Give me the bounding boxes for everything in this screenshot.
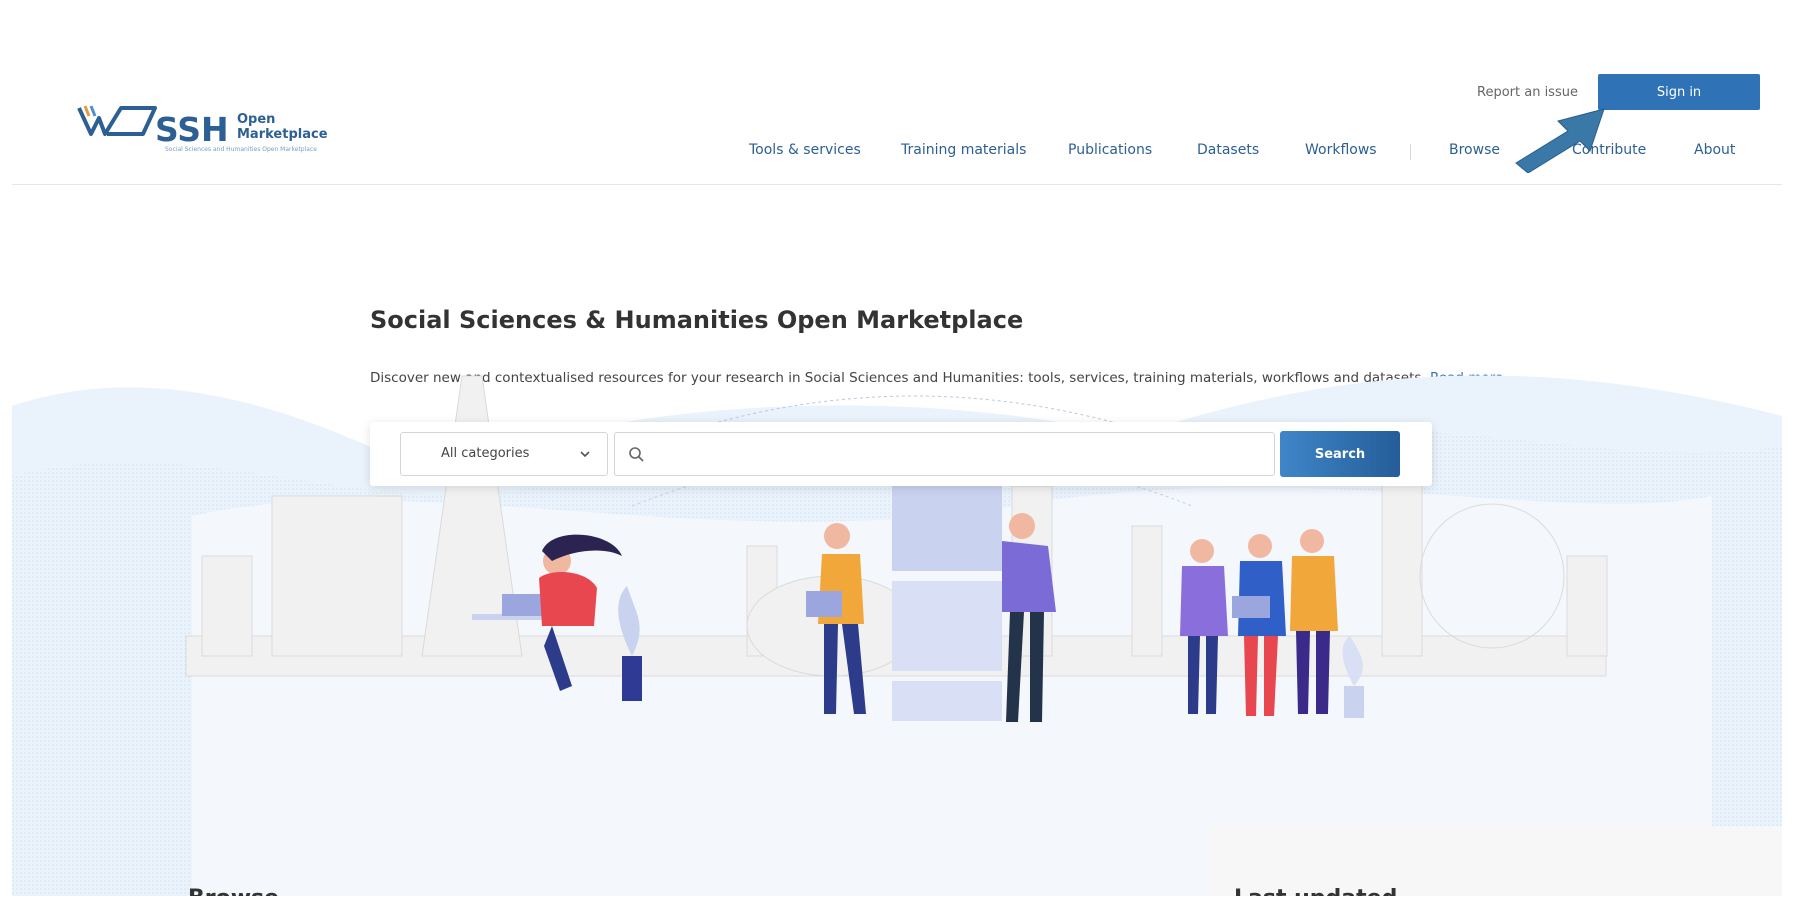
nav-item-tools-services[interactable]: Tools & services — [749, 142, 861, 158]
search-field[interactable] — [614, 432, 1275, 476]
report-issue-link[interactable]: Report an issue — [1477, 85, 1578, 100]
nav-divider — [1410, 144, 1411, 160]
category-select-value: All categories — [441, 446, 530, 461]
hero-section: Social Sciences & Humanities Open Market… — [12, 186, 1782, 896]
browse-section-title: Browse — [188, 886, 279, 896]
search-icon — [629, 447, 644, 462]
search-button[interactable]: Search — [1280, 431, 1400, 477]
search-input[interactable] — [657, 439, 1257, 469]
nav-item-about[interactable]: About — [1694, 142, 1735, 158]
annotation-arrow-icon — [1515, 108, 1605, 173]
nav-item-publications[interactable]: Publications — [1068, 142, 1152, 158]
nav-item-datasets[interactable]: Datasets — [1197, 142, 1259, 158]
logo-mark-icon — [77, 105, 157, 136]
sign-in-button[interactable]: Sign in — [1598, 74, 1760, 110]
nav-item-workflows[interactable]: Workflows — [1305, 142, 1377, 158]
nav-item-training-materials[interactable]: Training materials — [901, 142, 1026, 158]
page-title: Social Sciences & Humanities Open Market… — [370, 306, 1024, 334]
page-frame: SSH Open Marketplace Social Sciences and… — [12, 0, 1782, 896]
logo-subtitle-marketplace: Marketplace — [237, 127, 328, 142]
nav-item-browse[interactable]: Browse — [1449, 142, 1500, 158]
chevron-down-icon — [580, 451, 590, 458]
last-updated-section-title: Last updated — [1234, 886, 1397, 896]
search-bar: All categories Search — [370, 422, 1432, 486]
category-select[interactable]: All categories — [400, 432, 608, 476]
logo-subtitle-open: Open — [237, 112, 276, 127]
